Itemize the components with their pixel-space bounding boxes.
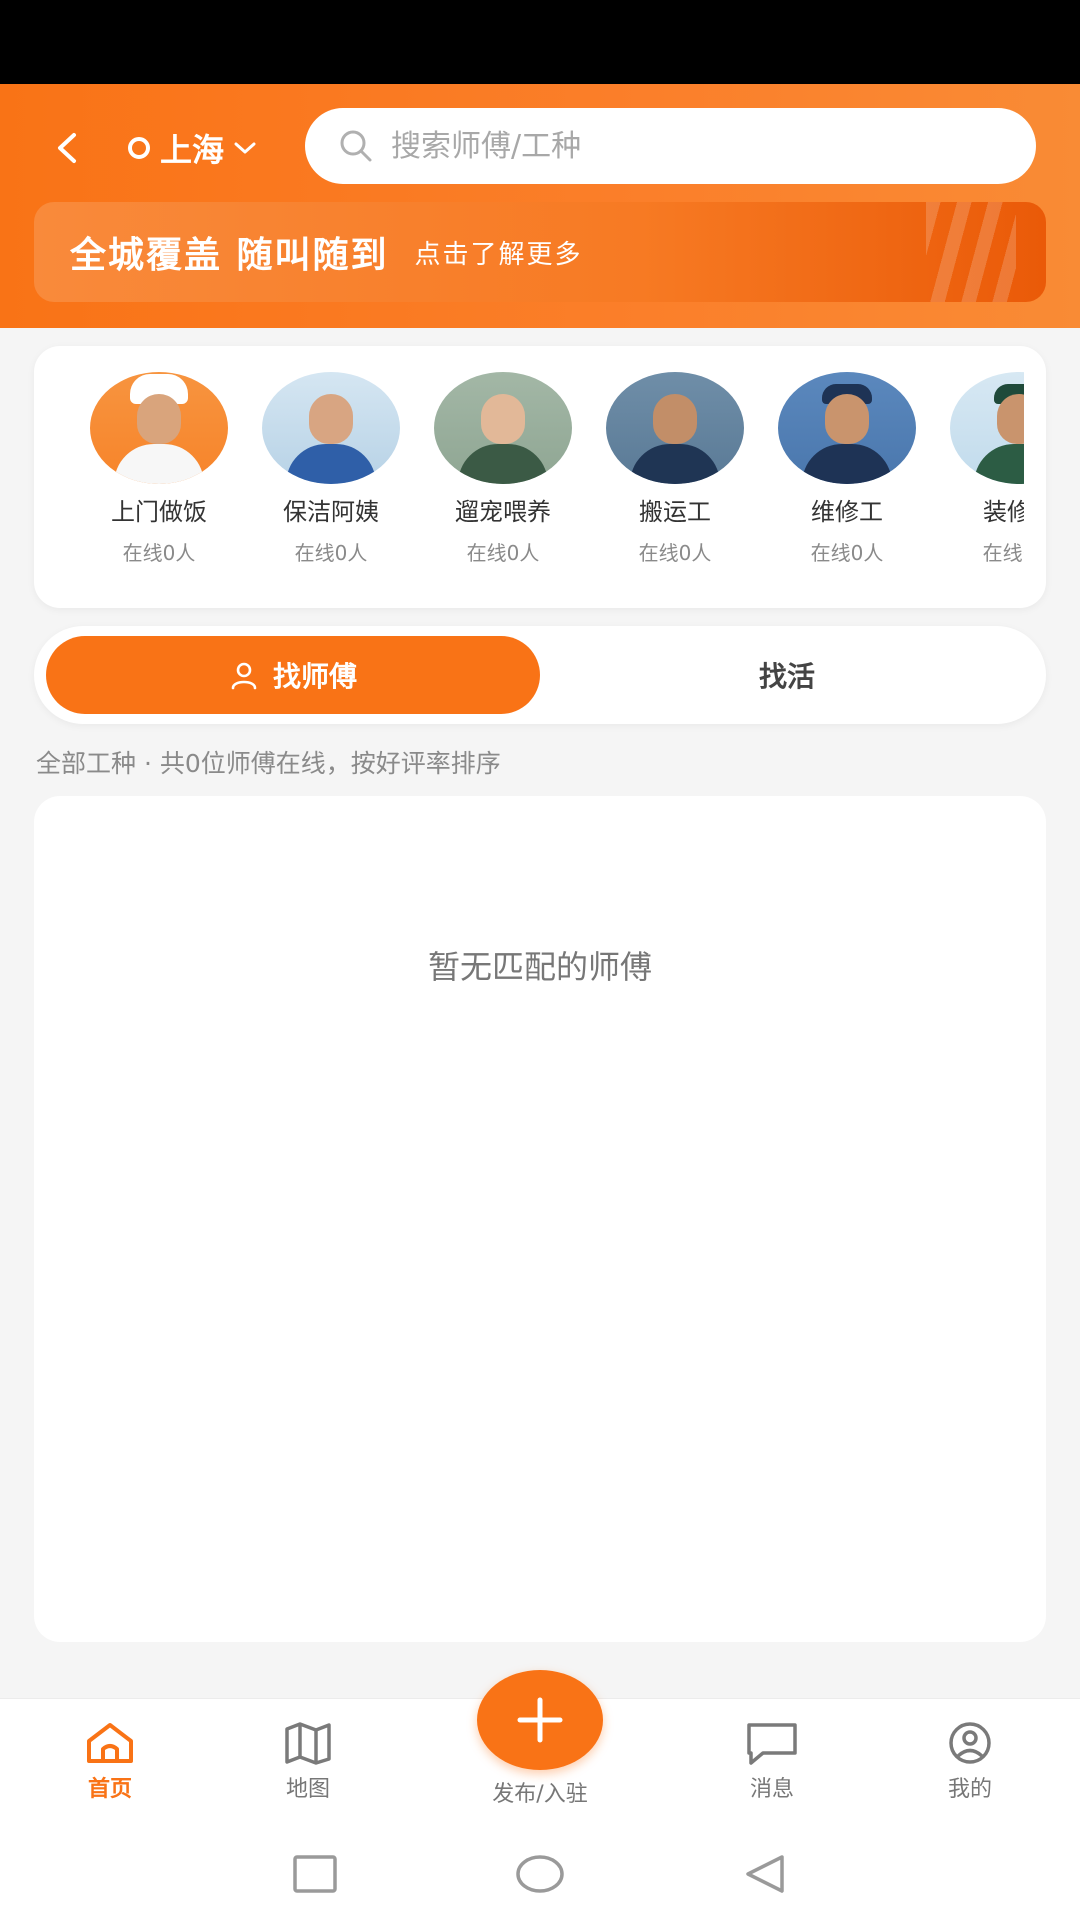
empty-state-text: 暂无匹配的师傅 bbox=[427, 948, 652, 986]
search-box[interactable] bbox=[305, 108, 1036, 184]
category-cleaning[interactable]: 保洁阿姨 在线0人 bbox=[245, 372, 417, 592]
promo-subtitle: 点击了解更多 bbox=[414, 239, 583, 270]
cook-avatar bbox=[90, 372, 228, 484]
tab-home-label: 首页 bbox=[87, 1777, 132, 1802]
tab-home[interactable]: 首页 bbox=[30, 1721, 190, 1821]
tab-me-label: 我的 bbox=[947, 1777, 992, 1802]
find-job-tab[interactable]: 找活 bbox=[540, 636, 1034, 714]
chevron-left-icon bbox=[58, 133, 76, 163]
mover-avatar bbox=[606, 372, 744, 484]
promo-stripes bbox=[926, 202, 1016, 302]
tab-map[interactable]: 地图 bbox=[228, 1721, 388, 1821]
promo-banner[interactable]: 全城覆盖 随叫随到 点击了解更多 bbox=[34, 202, 1046, 302]
tab-messages[interactable]: 消息 bbox=[692, 1721, 852, 1821]
back-nav-button[interactable] bbox=[735, 1846, 795, 1902]
category-name: 上门做饭 bbox=[111, 498, 207, 526]
tab-messages-label: 消息 bbox=[749, 1777, 794, 1802]
find-worker-tab[interactable]: 找师傅 bbox=[46, 636, 540, 714]
plus-icon bbox=[517, 1697, 563, 1743]
category-name: 维修工 bbox=[811, 498, 883, 526]
category-online-count: 在线0人 bbox=[982, 541, 1024, 565]
map-icon bbox=[285, 1722, 331, 1765]
home-nav-button[interactable] bbox=[510, 1846, 570, 1902]
category-online-count: 在线0人 bbox=[638, 541, 712, 565]
location-dot-icon bbox=[128, 137, 150, 159]
pet-sitter-avatar bbox=[434, 372, 572, 484]
promo-title: 全城覆盖 随叫随到 bbox=[70, 235, 389, 276]
find-job-label: 找活 bbox=[758, 660, 815, 693]
publish-label: 发布/入驻 bbox=[492, 1782, 588, 1807]
home-icon bbox=[87, 1723, 133, 1763]
category-online-count: 在线0人 bbox=[810, 541, 884, 565]
triangle-back-icon bbox=[746, 1855, 784, 1893]
publish-button[interactable] bbox=[477, 1670, 603, 1770]
search-icon bbox=[340, 130, 372, 162]
repairman-avatar bbox=[778, 372, 916, 484]
status-bar bbox=[0, 0, 1080, 84]
category-name: 保洁阿姨 bbox=[283, 498, 379, 526]
category-online-count: 在线0人 bbox=[466, 541, 540, 565]
result-summary: 全部工种 · 共0位师傅在线，按好评率排序 bbox=[36, 749, 501, 778]
message-icon bbox=[747, 1723, 797, 1765]
renovator-avatar bbox=[950, 372, 1024, 484]
find-worker-label: 找师傅 bbox=[272, 660, 357, 693]
user-icon bbox=[231, 662, 257, 690]
category-pet-care[interactable]: 遛宠喂养 在线0人 bbox=[417, 372, 589, 592]
back-button[interactable] bbox=[44, 120, 88, 176]
category-online-count: 在线0人 bbox=[294, 541, 368, 565]
category-row[interactable]: 上门做饭 在线0人 保洁阿姨 在线0人 遛宠喂养 在线0人 搬运工 在线0人 维… bbox=[34, 372, 1024, 592]
category-online-count: 在线0人 bbox=[122, 541, 196, 565]
category-name: 搬运工 bbox=[639, 498, 711, 526]
city-selector[interactable]: 上海 bbox=[128, 120, 256, 176]
tab-map-label: 地图 bbox=[285, 1777, 330, 1802]
system-nav-bar bbox=[0, 1828, 1080, 1920]
chevron-down-icon bbox=[234, 142, 256, 154]
search-input[interactable] bbox=[391, 128, 951, 164]
tab-me[interactable]: 我的 bbox=[890, 1721, 1050, 1821]
recent-apps-button[interactable] bbox=[285, 1846, 345, 1902]
category-name: 遛宠喂养 bbox=[455, 498, 551, 526]
mode-toggle: 找师傅 找活 bbox=[34, 626, 1046, 724]
category-cooking[interactable]: 上门做饭 在线0人 bbox=[73, 372, 245, 592]
circle-icon bbox=[516, 1855, 564, 1893]
city-name: 上海 bbox=[160, 131, 225, 169]
cleaner-avatar bbox=[262, 372, 400, 484]
category-name: 装修工 bbox=[983, 498, 1024, 526]
category-card: 上门做饭 在线0人 保洁阿姨 在线0人 遛宠喂养 在线0人 搬运工 在线0人 维… bbox=[34, 346, 1046, 608]
worker-list: 暂无匹配的师傅 bbox=[34, 796, 1046, 1642]
category-repair[interactable]: 维修工 在线0人 bbox=[761, 372, 933, 592]
square-icon bbox=[293, 1855, 337, 1893]
profile-icon bbox=[949, 1722, 991, 1764]
category-moving[interactable]: 搬运工 在线0人 bbox=[589, 372, 761, 592]
header: 上海 全城覆盖 随叫随到 点击了解更多 bbox=[0, 84, 1080, 328]
category-renovation[interactable]: 装修工 在线0人 bbox=[933, 372, 1024, 592]
